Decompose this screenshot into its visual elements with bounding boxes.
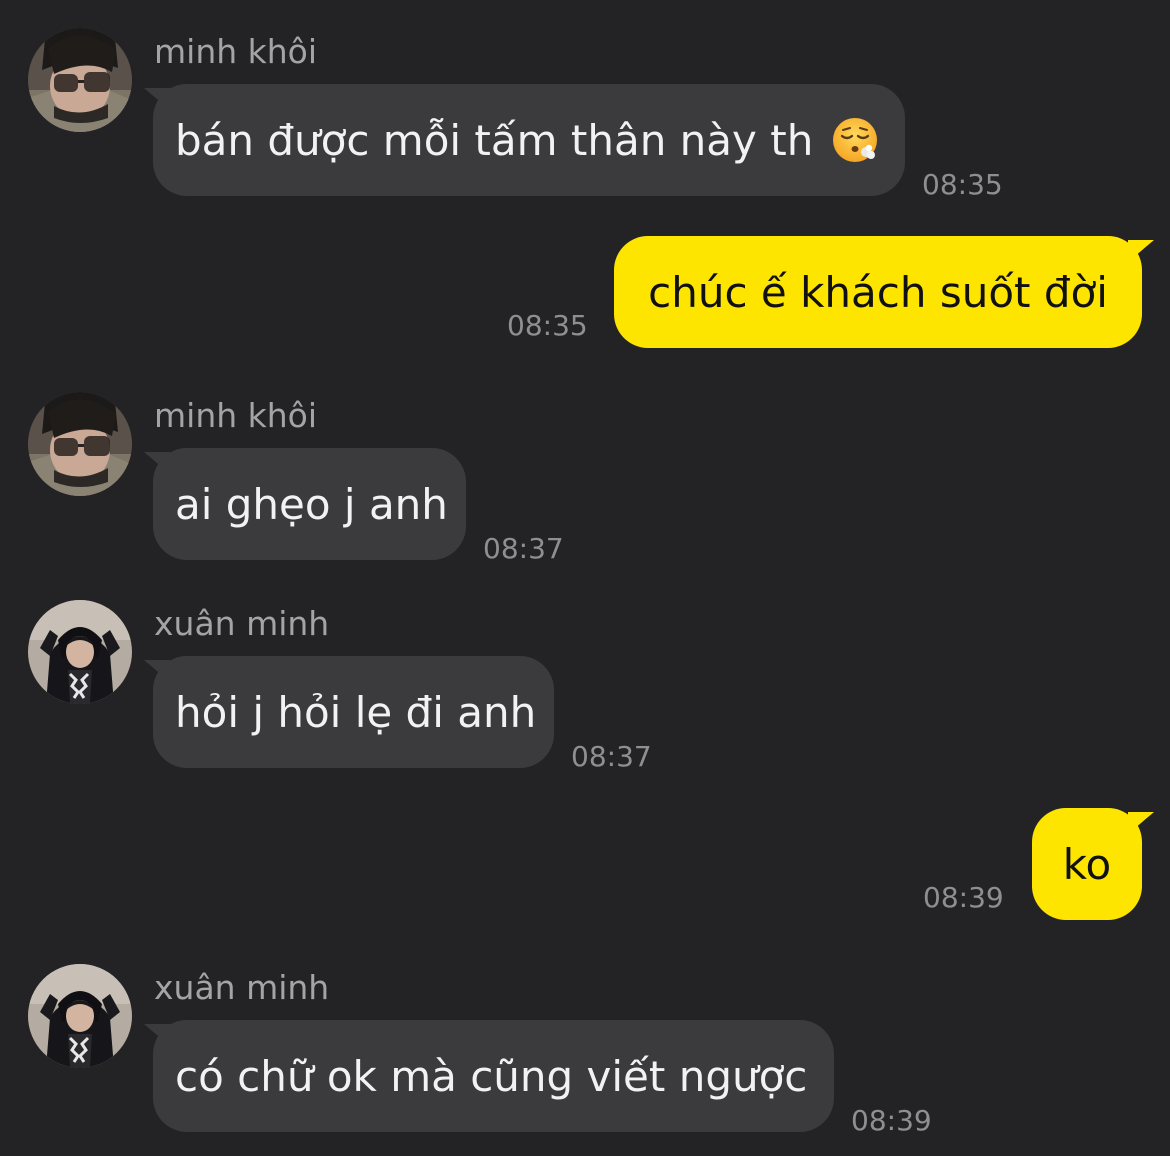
message-bubble-outgoing[interactable]: ko	[1032, 808, 1142, 920]
message-bubble-incoming[interactable]: có chữ ok mà cũng viết ngược	[153, 1020, 834, 1132]
message-time: 08:37	[483, 532, 564, 565]
bubble-tail	[1128, 812, 1154, 834]
sender-name: xuân minh	[154, 968, 330, 1007]
avatar-xuan-minh[interactable]	[28, 964, 132, 1068]
message-text: bán được mỗi tấm thân này th	[175, 115, 814, 165]
bubble-tail	[1128, 240, 1154, 262]
message-bubble-incoming[interactable]: hỏi j hỏi lẹ đi anh	[153, 656, 554, 768]
avatar-minh-khoi[interactable]	[28, 28, 132, 132]
message-text: ai ghẹo j anh	[175, 479, 448, 529]
avatar-xuan-minh[interactable]	[28, 600, 132, 704]
message-bubble-incoming[interactable]: ai ghẹo j anh	[153, 448, 466, 560]
message-text: chúc ế khách suốt đời	[648, 267, 1108, 317]
sender-name: xuân minh	[154, 604, 330, 643]
message-bubble-outgoing[interactable]: chúc ế khách suốt đời	[614, 236, 1142, 348]
exhaling-face-emoji-icon	[833, 118, 878, 162]
message-time: 08:37	[571, 740, 652, 773]
message-time: 08:39	[923, 881, 1004, 914]
message-text: có chữ ok mà cũng viết ngược	[175, 1051, 808, 1101]
message-bubble-incoming[interactable]: bán được mỗi tấm thân này th	[153, 84, 905, 196]
avatar-minh-khoi[interactable]	[28, 392, 132, 496]
message-time: 08:35	[507, 309, 588, 342]
message-time: 08:39	[851, 1104, 932, 1137]
message-time: 08:35	[922, 168, 1003, 201]
sender-name: minh khôi	[154, 396, 318, 435]
message-text: hỏi j hỏi lẹ đi anh	[175, 687, 537, 737]
message-text: ko	[1062, 839, 1112, 889]
sender-name: minh khôi	[154, 32, 318, 71]
